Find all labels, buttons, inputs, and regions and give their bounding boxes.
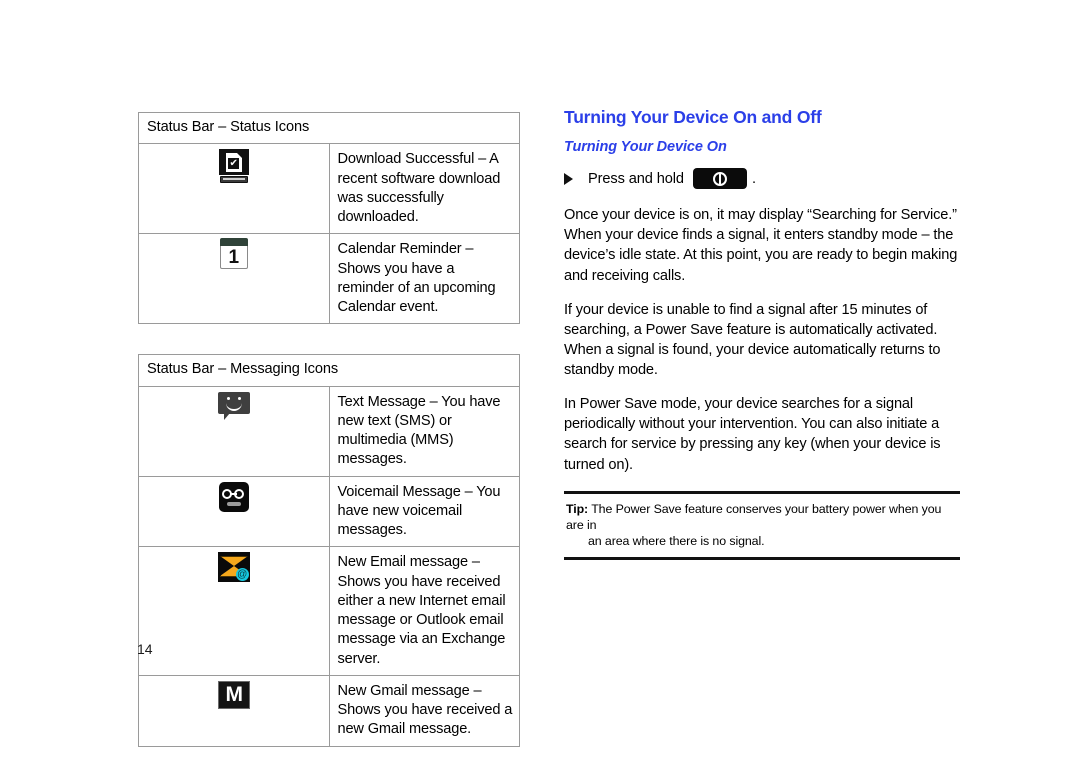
- icon-cell: 1: [138, 233, 330, 325]
- section-subheading: Turning Your Device On: [564, 139, 727, 156]
- icon-cell: M: [138, 674, 330, 747]
- document-page: Status Bar – Status Icons ✔ Download Suc…: [0, 0, 1080, 771]
- page-number: 14: [137, 641, 153, 657]
- table-title-row: Status Bar – Messaging Icons: [138, 354, 520, 387]
- paragraph-3: In Power Save mode, your device searches…: [564, 396, 941, 473]
- messaging-icons-table: Status Bar – Messaging Icons Text Messag…: [138, 354, 520, 747]
- calendar-day-number: 1: [228, 247, 240, 269]
- left-column: Status Bar – Status Icons ✔ Download Suc…: [138, 111, 520, 747]
- tip-body: Tip: The Power Save feature conserves yo…: [564, 501, 960, 549]
- check-glyph: ✔: [228, 157, 240, 170]
- power-key-icon: [692, 168, 747, 190]
- icon-description: Download Successful – A recent software …: [328, 143, 520, 235]
- table-row: ✔ Download Successful – A recent softwar…: [138, 143, 520, 235]
- icon-description: New Gmail message – Shows you have recei…: [328, 674, 520, 747]
- icon-description: Voicemail Message – You have new voicema…: [328, 475, 520, 548]
- tip-line-2: an area where there is no signal.: [588, 533, 765, 548]
- table-title: Status Bar – Status Icons: [138, 111, 520, 145]
- table-row: M New Gmail message – Shows you have rec…: [138, 674, 520, 747]
- at-sign-glyph: @: [235, 568, 249, 582]
- right-column: Turning Your Device On and Off Turning Y…: [564, 107, 960, 561]
- text-message-icon: [217, 391, 250, 421]
- table-title: Status Bar – Messaging Icons: [138, 354, 520, 387]
- table-row: @ New Email message – Shows you have rec…: [138, 546, 520, 676]
- new-gmail-message-icon: M: [217, 680, 250, 709]
- icon-description: Text Message – You have new text (SMS) o…: [328, 385, 520, 477]
- icon-cell: ✔: [138, 143, 330, 235]
- icon-description: New Email message – Shows you have recei…: [328, 546, 520, 676]
- bullet-trailing-period: .: [751, 170, 757, 187]
- instruction-bullet: Press and hold .: [564, 168, 960, 190]
- table-row: Text Message – You have new text (SMS) o…: [138, 385, 520, 477]
- icon-cell: [138, 385, 330, 477]
- table-row: 1 Calendar Reminder – Shows you have a r…: [138, 233, 520, 325]
- triangle-bullet-icon: [564, 172, 573, 185]
- tip-line-1: The Power Save feature conserves your ba…: [566, 501, 942, 532]
- table-title-row: Status Bar – Status Icons: [138, 111, 520, 145]
- voicemail-message-icon: [218, 481, 249, 512]
- download-successful-icon: ✔: [218, 149, 249, 184]
- new-email-message-icon: @: [217, 552, 250, 583]
- tip-label: Tip:: [566, 501, 589, 516]
- icon-description: Calendar Reminder – Shows you have a rem…: [328, 233, 520, 325]
- table-row: Voicemail Message – You have new voicema…: [138, 475, 520, 548]
- tip-callout: Tip: The Power Save feature conserves yo…: [564, 490, 960, 561]
- bullet-label: Press and hold: [588, 170, 684, 187]
- paragraph-2: If your device is unable to find a signa…: [564, 301, 941, 379]
- paragraph-1: Once your device is on, it may display “…: [564, 207, 958, 284]
- table-spacer: [138, 324, 520, 354]
- gmail-m-glyph: M: [225, 683, 244, 707]
- calendar-reminder-icon: 1: [219, 238, 248, 270]
- status-icons-table: Status Bar – Status Icons ✔ Download Suc…: [138, 111, 520, 325]
- icon-cell: @: [138, 546, 330, 676]
- icon-cell: [138, 475, 330, 548]
- section-heading: Turning Your Device On and Off: [564, 107, 822, 127]
